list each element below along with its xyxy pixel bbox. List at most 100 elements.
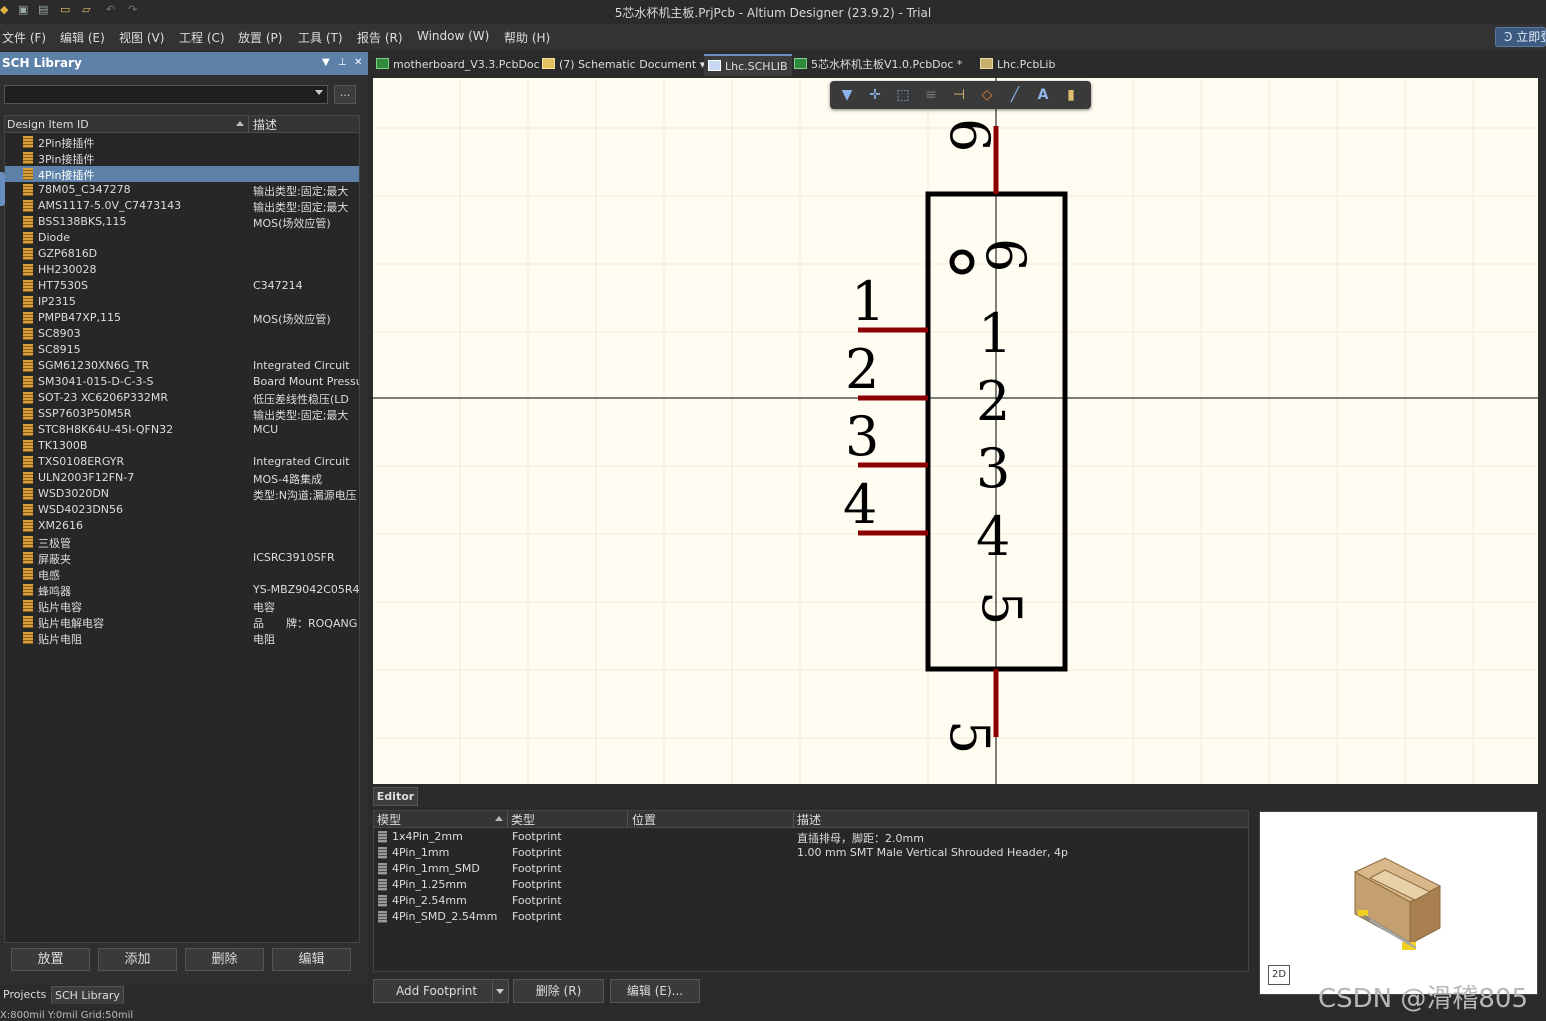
menu-place[interactable]: 放置 (P) bbox=[238, 29, 282, 46]
model-name: 4Pin_2.54mm bbox=[392, 894, 467, 907]
component-icon bbox=[23, 216, 33, 228]
design-item-id: TK1300B bbox=[38, 439, 88, 452]
list-item[interactable]: Diode bbox=[5, 230, 359, 246]
list-item[interactable]: PMPB47XP,115 MOS(场效应管) bbox=[5, 310, 359, 326]
place-ieee-icon[interactable]: ◇ bbox=[977, 85, 997, 105]
panel-menu-icon[interactable]: ▼ bbox=[322, 57, 330, 68]
menu-edit[interactable]: 编辑 (E) bbox=[60, 29, 105, 46]
list-item[interactable]: SC8915 bbox=[5, 342, 359, 358]
table-row[interactable]: 4Pin_SMD_2.54mm Footprint bbox=[374, 909, 1248, 925]
col-model[interactable]: 模型 bbox=[377, 811, 401, 828]
list-item[interactable]: TXS0108ERGYR Integrated Circuit bbox=[5, 454, 359, 470]
menu-tools[interactable]: 工具 (T) bbox=[298, 29, 343, 46]
tab-lhc-schlib[interactable]: Lhc.SCHLIB bbox=[704, 54, 792, 76]
select-rect-icon[interactable]: ⬚ bbox=[893, 85, 913, 105]
tab-sch-library[interactable]: SCH Library bbox=[51, 986, 124, 1004]
menu-help[interactable]: 帮助 (H) bbox=[504, 29, 550, 46]
list-item[interactable]: 电感 bbox=[5, 566, 359, 582]
edit-footprint-button[interactable]: 编辑 (E)... bbox=[610, 979, 700, 1003]
pin-6-name: 6 bbox=[974, 238, 1037, 272]
schematic-canvas[interactable]: 1 2 3 4 1 2 3 4 6 6 5 5 bbox=[373, 78, 1538, 784]
list-item[interactable]: 屏蔽夹 ICSRC3910SFR bbox=[5, 550, 359, 566]
table-row[interactable]: 4Pin_1.25mm Footprint bbox=[374, 877, 1248, 893]
menu-project[interactable]: 工程 (C) bbox=[179, 29, 225, 46]
list-item[interactable]: 蜂鸣器 YS-MBZ9042C05R42 bbox=[5, 582, 359, 598]
list-item[interactable]: GZP6816D bbox=[5, 246, 359, 262]
menu-window[interactable]: Window (W) bbox=[417, 29, 489, 43]
add-part-icon[interactable]: ▮ bbox=[1061, 85, 1081, 105]
col-description[interactable]: 描述 bbox=[797, 811, 821, 828]
tab-editor[interactable]: Editor bbox=[373, 787, 418, 806]
list-item[interactable]: HT7530S C347214 bbox=[5, 278, 359, 294]
panel-tabs: Projects SCH Library bbox=[0, 986, 368, 1004]
filter-options-button[interactable]: ... bbox=[334, 85, 356, 104]
table-row[interactable]: 4Pin_2.54mm Footprint bbox=[374, 893, 1248, 909]
login-button[interactable]: Ͽ 立即登录 bbox=[1495, 27, 1546, 47]
list-item[interactable]: AMS1117-5.0V_C7473143 输出类型:固定;最大 bbox=[5, 198, 359, 214]
list-item[interactable]: 2Pin接插件 bbox=[5, 134, 359, 150]
list-item[interactable]: SC8903 bbox=[5, 326, 359, 342]
list-item[interactable]: XM2616 bbox=[5, 518, 359, 534]
add-button[interactable]: 添加 bbox=[98, 948, 177, 971]
align-icon[interactable]: ≡ bbox=[921, 85, 941, 105]
list-item[interactable]: WSD3020DN 类型:N沟道;漏源电压 bbox=[5, 486, 359, 502]
tab-schematic-document[interactable]: (7) Schematic Document ▾ bbox=[542, 54, 705, 76]
list-item[interactable]: HH230028 bbox=[5, 262, 359, 278]
view-2d-button[interactable]: 2D bbox=[1268, 965, 1290, 985]
pin-5-name: 5 bbox=[970, 591, 1033, 625]
place-line-icon[interactable]: ╱ bbox=[1005, 85, 1025, 105]
col-location[interactable]: 位置 bbox=[632, 811, 656, 828]
col-design-item-id[interactable]: Design Item ID bbox=[7, 118, 89, 131]
edit-button[interactable]: 编辑 bbox=[272, 948, 351, 971]
col-description[interactable]: 描述 bbox=[253, 116, 277, 133]
menu-view[interactable]: 视图 (V) bbox=[119, 29, 164, 46]
list-item[interactable]: 78M05_C347278 输出类型:固定;最大 bbox=[5, 182, 359, 198]
column-divider[interactable] bbox=[248, 116, 249, 133]
list-item[interactable]: SGM61230XN6G_TR Integrated Circuit bbox=[5, 358, 359, 374]
list-item[interactable]: IP2315 bbox=[5, 294, 359, 310]
column-divider[interactable] bbox=[507, 811, 508, 828]
list-item[interactable]: STC8H8K64U-45I-QFN32 MCU bbox=[5, 422, 359, 438]
place-button[interactable]: 放置 bbox=[11, 948, 90, 971]
list-item[interactable]: ULN2003F12FN-7 MOS-4路集成 bbox=[5, 470, 359, 486]
table-row[interactable]: 4Pin_1mm Footprint 1.00 mm SMT Male Vertic… bbox=[374, 845, 1248, 861]
component-icon bbox=[23, 488, 33, 500]
menu-file[interactable]: 文件 (F) bbox=[2, 29, 46, 46]
delete-footprint-button[interactable]: 删除 (R) bbox=[513, 979, 604, 1003]
list-item[interactable]: 3Pin接插件 bbox=[5, 150, 359, 166]
filter-icon[interactable]: ▼ bbox=[837, 85, 857, 105]
col-type[interactable]: 类型 bbox=[511, 811, 535, 828]
list-item[interactable]: 4Pin接插件 bbox=[5, 166, 359, 182]
close-icon[interactable]: ✕ bbox=[354, 57, 362, 68]
chevron-down-icon[interactable] bbox=[496, 989, 504, 994]
move-cross-icon[interactable]: ✛ bbox=[865, 85, 885, 105]
place-text-icon[interactable]: A bbox=[1033, 85, 1053, 105]
table-row[interactable]: 4Pin_1mm_SMD Footprint bbox=[374, 861, 1248, 877]
list-item[interactable]: SM3041-015-D-C-3-S Board Mount Pressur bbox=[5, 374, 359, 390]
list-item[interactable]: 贴片电阻 电阻 bbox=[5, 630, 359, 646]
tab-pcbdoc-v1[interactable]: 5芯水杯机主板V1.0.PcbDoc * bbox=[794, 54, 962, 76]
table-row[interactable]: 1x4Pin_2mm Footprint 直插排母，脚距：2.0mm bbox=[374, 829, 1248, 845]
pin-icon[interactable]: ⊥ bbox=[338, 57, 347, 68]
column-divider[interactable] bbox=[793, 811, 794, 828]
place-pin-icon[interactable]: ⊣ bbox=[949, 85, 969, 105]
tab-projects[interactable]: Projects bbox=[0, 986, 49, 1004]
tab-lhc-pcblib[interactable]: Lhc.PcbLib bbox=[980, 54, 1055, 76]
column-divider[interactable] bbox=[627, 811, 628, 828]
list-item[interactable]: 贴片电容 电容 bbox=[5, 598, 359, 614]
list-item[interactable]: TK1300B bbox=[5, 438, 359, 454]
list-item[interactable]: 贴片电解电容 品 牌：ROQANG bbox=[5, 614, 359, 630]
list-item[interactable]: SSP7603P50M5R 输出类型:固定;最大 bbox=[5, 406, 359, 422]
list-item[interactable]: 三极管 bbox=[5, 534, 359, 550]
list-item[interactable]: SOT-23 XC6206P332MR 低压差线性稳压(LD bbox=[5, 390, 359, 406]
delete-button[interactable]: 删除 bbox=[185, 948, 264, 971]
footprint-3d-preview[interactable]: 2D bbox=[1259, 811, 1538, 995]
filter-combo[interactable] bbox=[4, 85, 328, 104]
tab-motherboard-pcbdoc[interactable]: motherboard_V3.3.PcbDoc bbox=[376, 54, 540, 76]
add-footprint-button[interactable]: Add Footprint bbox=[373, 979, 509, 1003]
design-item-id: AMS1117-5.0V_C7473143 bbox=[38, 199, 182, 212]
menu-reports[interactable]: 报告 (R) bbox=[357, 29, 403, 46]
list-item[interactable]: WSD4023DN56 bbox=[5, 502, 359, 518]
pin-2-name: 2 bbox=[976, 370, 1010, 433]
list-item[interactable]: BSS138BKS,115 MOS(场效应管) bbox=[5, 214, 359, 230]
